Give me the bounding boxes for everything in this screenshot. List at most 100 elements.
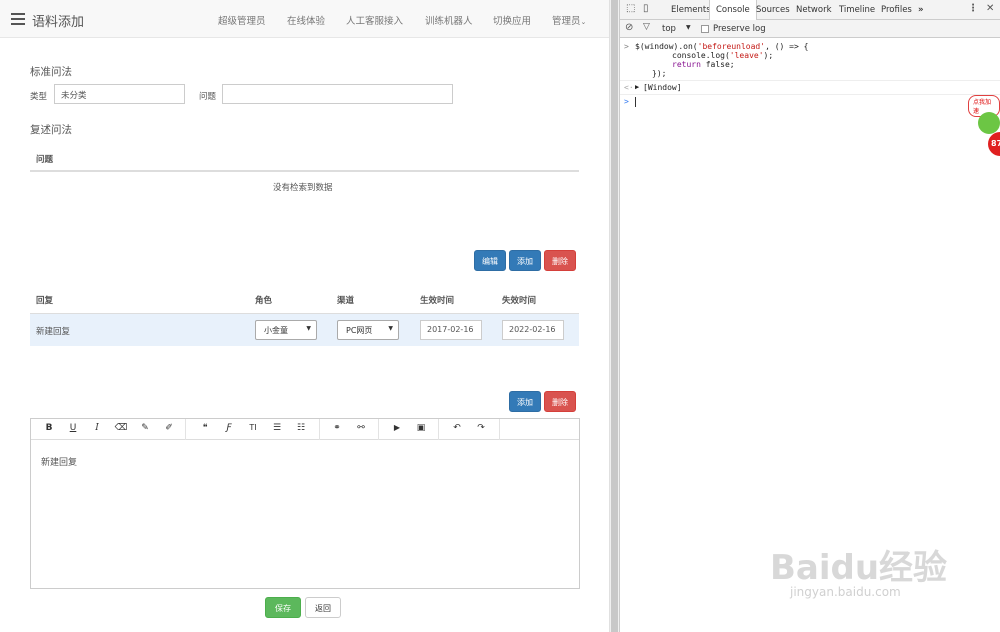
page-title: 语料添加	[32, 15, 85, 30]
list-ol-icon[interactable]: ☷	[294, 423, 308, 433]
rich-text-editor[interactable]: B U I ⌫ ✎ ✐ ❝ Ƒ TI ☰ ☷ ⚭ ⚯ ▶ ▣ ↶ ↷ 新建回复	[30, 418, 580, 589]
standard-question-title: 标准问法	[30, 66, 72, 78]
editor-content[interactable]: 新建回复	[41, 455, 77, 468]
code-token: $(window).on(	[635, 42, 698, 51]
type-field[interactable]: 未分类	[54, 84, 185, 104]
console-cursor[interactable]	[635, 97, 636, 107]
tab-profiles[interactable]: Profiles	[881, 5, 912, 15]
code-token: console.log(	[672, 51, 730, 60]
code-token: );	[763, 51, 774, 60]
more-tabs-icon[interactable]: »	[918, 5, 924, 15]
dropdown-arrow-icon: ▼	[388, 325, 393, 332]
nav-online-demo[interactable]: 在线体验	[287, 13, 325, 27]
clear-console-icon[interactable]: ⊘	[625, 22, 633, 33]
bold-icon[interactable]: B	[42, 423, 56, 433]
tab-console[interactable]: Console	[709, 0, 757, 20]
end-date-input[interactable]: 2022-02-16	[502, 320, 564, 340]
tab-network[interactable]: Network	[796, 5, 832, 15]
console-code-line-1: $(window).on('beforeunload', () => {	[635, 42, 808, 51]
code-token: 'beforeunload'	[697, 42, 766, 51]
reply-add-button[interactable]: 添加	[509, 391, 541, 412]
type-label: 类型	[30, 92, 48, 102]
text-height-icon[interactable]: TI	[246, 423, 260, 432]
expand-triangle-icon[interactable]: ▶	[635, 83, 639, 91]
code-token: return	[672, 60, 701, 69]
channel-select-value: PC网页	[346, 326, 373, 335]
save-button[interactable]: 保存	[265, 597, 301, 618]
question-field[interactable]	[222, 84, 453, 104]
nav-super-admin[interactable]: 超级管理员	[218, 13, 266, 27]
nav-admin-label: 管理员	[552, 16, 581, 27]
chevron-down-icon: ⌄	[580, 18, 587, 26]
col-reply: 回复	[36, 296, 54, 306]
code-token: 'leave'	[729, 51, 764, 60]
editor-toolbar: B U I ⌫ ✎ ✐ ❝ Ƒ TI ☰ ☷ ⚭ ⚯ ▶ ▣ ↶ ↷	[31, 419, 579, 440]
tab-timeline[interactable]: Timeline	[839, 5, 875, 15]
question-label: 问题	[199, 92, 217, 102]
app-pane: 语料添加 超级管理员 在线体验 人工客服接入 训练机器人 切换应用 管理员⌄ 标…	[0, 0, 609, 632]
quote-icon[interactable]: ❝	[198, 423, 212, 433]
restate-add-button[interactable]: 添加	[509, 250, 541, 271]
code-token: , () => {	[765, 42, 809, 51]
redo-icon[interactable]: ↷	[474, 423, 488, 433]
table-row[interactable]: 新建回复 小金童 ▼ PC网页 ▼ 2017-02-16 2022-02-16	[30, 313, 579, 346]
eraser-icon[interactable]: ⌫	[114, 423, 128, 433]
link-icon[interactable]: ⚭	[330, 423, 344, 433]
image-icon[interactable]: ▣	[414, 423, 428, 433]
nav-switch-app[interactable]: 切换应用	[493, 13, 531, 27]
channel-select[interactable]: PC网页 ▼	[337, 320, 399, 340]
underline-icon[interactable]: U	[66, 423, 80, 433]
col-channel: 渠道	[337, 296, 355, 306]
video-icon[interactable]: ▶	[390, 423, 404, 432]
nav-human-service[interactable]: 人工客服接入	[346, 13, 403, 27]
italic-icon[interactable]: I	[90, 423, 104, 433]
console-code-line-4: });	[652, 69, 667, 78]
role-select-value: 小金童	[264, 326, 288, 335]
kebab-menu-icon[interactable]: ⋮	[968, 3, 978, 14]
console-code-line-2: console.log('leave');	[672, 51, 773, 60]
filter-icon[interactable]: ▽	[643, 22, 650, 32]
toolbar-divider	[378, 419, 379, 440]
undo-icon[interactable]: ↶	[450, 423, 464, 433]
mascot-icon[interactable]	[978, 112, 1000, 134]
chevron-down-icon[interactable]: ▼	[686, 24, 691, 31]
console-toolbar: ⊘ ▽ top ▼ Preserve log	[620, 20, 1000, 38]
code-token: false;	[700, 60, 735, 69]
font-icon[interactable]: Ƒ	[222, 423, 236, 433]
preserve-log-label: Preserve log	[713, 24, 766, 34]
preserve-log-checkbox[interactable]	[701, 25, 709, 33]
edit-button[interactable]: 编辑	[474, 250, 506, 271]
restate-delete-button[interactable]: 删除	[544, 250, 576, 271]
role-select[interactable]: 小金童 ▼	[255, 320, 317, 340]
input-chevron-icon: >	[624, 42, 629, 51]
context-select[interactable]: top	[662, 24, 676, 34]
top-navbar: 语料添加 超级管理员 在线体验 人工客服接入 训练机器人 切换应用 管理员⌄	[0, 0, 609, 38]
scrollbar-thumb[interactable]	[611, 0, 618, 632]
page-scrollbar[interactable]	[609, 0, 619, 632]
devtools-tabbar: ⬚ ▯ Elements Console Sources Network Tim…	[620, 0, 1000, 20]
brush-icon[interactable]: ✐	[162, 423, 176, 433]
console-result[interactable]: [Window]	[643, 83, 682, 92]
close-icon[interactable]: ✕	[986, 3, 994, 14]
nav-train-bot[interactable]: 训练机器人	[425, 13, 473, 27]
inspect-icon[interactable]: ⬚	[626, 3, 635, 14]
menu-icon[interactable]	[11, 13, 25, 25]
restate-title: 复述问法	[30, 124, 72, 136]
toolbar-divider	[499, 419, 500, 440]
pencil-icon[interactable]: ✎	[138, 423, 152, 433]
reply-delete-button[interactable]: 删除	[544, 391, 576, 412]
baidu-watermark-url: jingyan.baidu.com	[790, 585, 901, 599]
list-ul-icon[interactable]: ☰	[270, 423, 284, 433]
col-start-time: 生效时间	[420, 296, 455, 306]
tab-elements[interactable]: Elements	[671, 5, 711, 15]
back-button[interactable]: 返回	[305, 597, 341, 618]
prompt-chevron-icon: >	[624, 97, 629, 106]
result-arrow-icon: <·	[624, 83, 634, 92]
device-mode-icon[interactable]: ▯	[643, 3, 649, 14]
nav-admin-menu[interactable]: 管理员⌄	[552, 13, 586, 27]
tab-sources[interactable]: Sources	[756, 5, 790, 15]
unlink-icon[interactable]: ⚯	[354, 423, 368, 433]
restate-column-question: 问题	[36, 155, 54, 165]
start-date-input[interactable]: 2017-02-16	[420, 320, 482, 340]
toolbar-divider	[185, 419, 186, 440]
